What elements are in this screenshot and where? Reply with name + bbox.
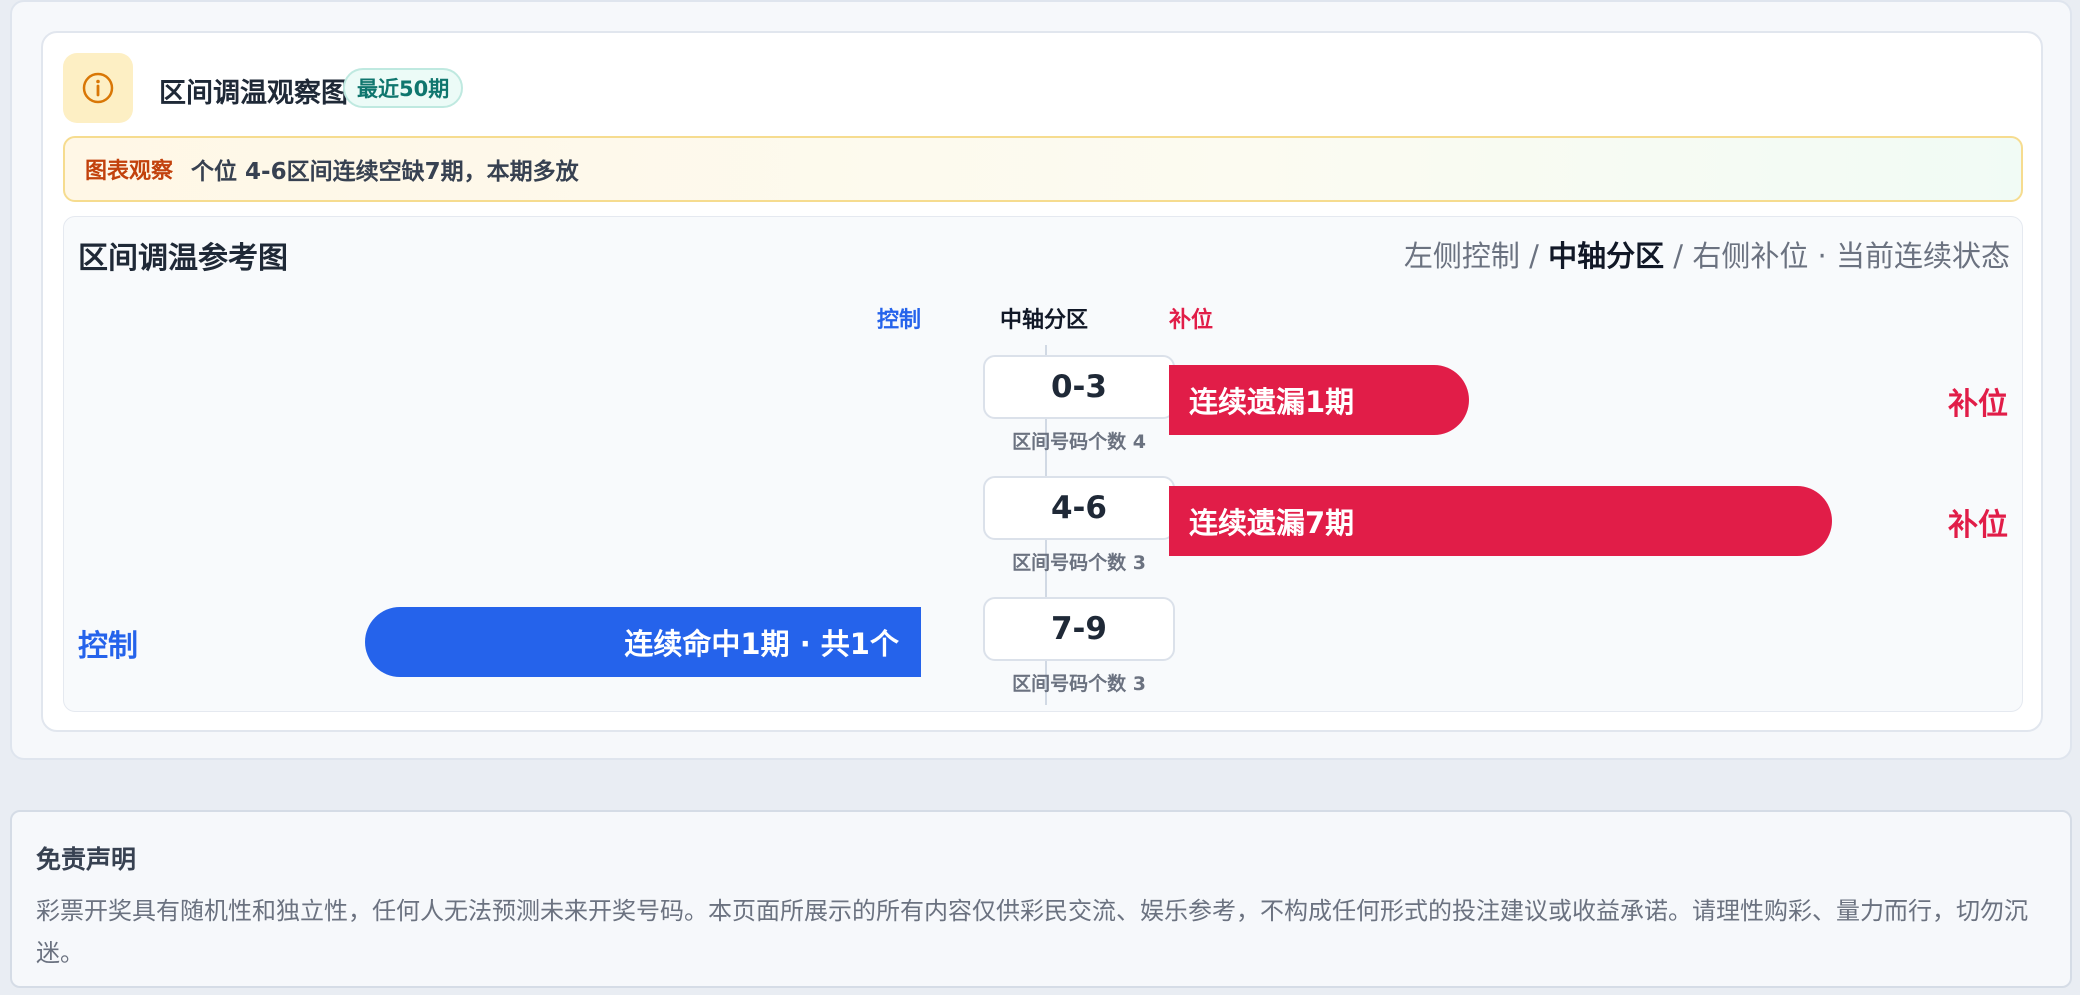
chart-title: 区间调温参考图 <box>78 241 288 276</box>
observation-text: 个位 4-6区间连续空缺7期，本期多放 <box>191 159 579 185</box>
column-header-control: 控制 <box>877 308 922 333</box>
control-side-tag: 控制 <box>78 629 138 664</box>
zone-observation-card: 区间调温观察图 最近50期 图表观察 个位 4-6区间连续空缺7期，本期多放 区… <box>10 0 2072 760</box>
zone-observation-panel: 区间调温观察图 最近50期 图表观察 个位 4-6区间连续空缺7期，本期多放 区… <box>41 31 2043 732</box>
panel-title: 区间调温观察图 <box>159 78 348 109</box>
legend-left: 左侧控制 <box>1403 239 1520 273</box>
disclaimer-text: 彩票开奖具有随机性和独立性，任何人无法预测未来开奖号码。本页面所展示的所有内容仅… <box>36 897 2028 967</box>
zone-count-label: 区间号码个数 3 <box>1012 552 1146 574</box>
legend-right: 右侧补位 <box>1692 239 1809 273</box>
zone-count-label: 区间号码个数 4 <box>1012 431 1146 453</box>
fill-bar: 连续遗漏1期 <box>1169 365 1469 435</box>
fill-side-tag: 补位 <box>1948 508 2008 543</box>
zone-chart: 区间调温参考图 左侧控制 / 中轴分区 / 右侧补位 · 当前连续状态 控制 中… <box>63 216 2023 712</box>
legend-separator: / <box>1519 239 1549 273</box>
legend-dot: · <box>1808 239 1836 273</box>
observation-banner: 图表观察 个位 4-6区间连续空缺7期，本期多放 <box>63 136 2023 202</box>
zone-count-label: 区间号码个数 3 <box>1012 673 1146 695</box>
control-bar: 连续命中1期 · 共1个 <box>365 607 921 677</box>
legend-mid: 中轴分区 <box>1548 239 1665 273</box>
chart-legend: 左侧控制 / 中轴分区 / 右侧补位 · 当前连续状态 <box>1404 233 2010 275</box>
zone-label-box: 7-9 <box>983 597 1175 661</box>
info-icon <box>63 53 133 123</box>
fill-side-tag: 补位 <box>1948 387 2008 422</box>
legend-separator: / <box>1664 239 1693 273</box>
legend-state: 当前连续状态 <box>1835 239 2010 273</box>
column-header-fill: 补位 <box>1169 308 1214 333</box>
zone-label-box: 0-3 <box>983 355 1175 419</box>
disclaimer-title: 免责声明 <box>36 845 137 874</box>
period-badge: 最近50期 <box>343 68 464 108</box>
column-header-axis: 中轴分区 <box>1000 308 1089 333</box>
fill-bar: 连续遗漏7期 <box>1169 486 1833 556</box>
disclaimer: 免责声明 彩票开奖具有随机性和独立性，任何人无法预测未来开奖号码。本页面所展示的… <box>10 810 2072 988</box>
observation-label: 图表观察 <box>85 159 174 184</box>
zone-label-box: 4-6 <box>983 476 1175 540</box>
